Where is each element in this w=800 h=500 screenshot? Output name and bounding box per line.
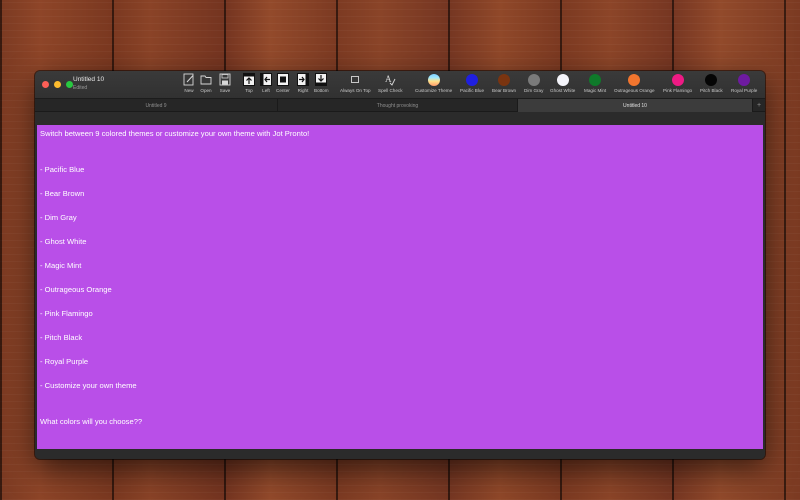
dim-gray-swatch-icon <box>527 74 540 86</box>
editor-line: - Magic Mint <box>40 261 82 270</box>
titlebar: Untitled 10 Edited New Open Save Top Lef… <box>35 71 765 98</box>
zoom-window-button[interactable] <box>66 81 73 88</box>
editor-line: Switch between 9 colored themes or custo… <box>40 129 310 138</box>
document-title: Untitled 10 Edited <box>73 76 104 91</box>
editor-line: - Pink Flamingo <box>40 309 93 318</box>
align-bottom-icon <box>315 73 328 86</box>
document-status: Edited <box>73 85 88 91</box>
customize-theme-button[interactable]: Customize Theme <box>415 73 452 93</box>
spell-check-icon: A <box>385 74 396 86</box>
editor-line: - Ghost White <box>40 237 87 246</box>
tab-bar: Untitled 9 Thought provoking Untitled 10… <box>35 98 765 112</box>
theme-outrageous-orange[interactable]: Outrageous Orange <box>614 73 655 93</box>
ghost-white-swatch-icon <box>556 74 569 86</box>
align-left-button[interactable]: Left <box>260 73 272 93</box>
window-icon <box>351 76 360 83</box>
align-right-icon <box>297 73 309 86</box>
editor-line: - Dim Gray <box>40 213 77 222</box>
new-document-icon <box>183 73 194 86</box>
outrageous-orange-swatch-icon <box>628 74 641 86</box>
magic-mint-swatch-icon <box>589 74 602 86</box>
editor-line: - Royal Purple <box>40 357 89 366</box>
editor-line: - Pitch Black <box>40 333 83 342</box>
align-center-icon <box>276 73 289 86</box>
editor-line: - Bear Brown <box>40 189 85 198</box>
tab-untitled-10[interactable]: Untitled 10 <box>518 99 753 112</box>
theme-pink-flamingo[interactable]: Pink Flamingo <box>663 73 692 93</box>
document-name: Untitled 10 <box>73 76 105 83</box>
align-top-button[interactable]: Top <box>243 73 255 93</box>
theme-magic-mint[interactable]: Magic Mint <box>584 73 606 93</box>
editor-line: - Pacific Blue <box>40 165 85 174</box>
theme-bear-brown[interactable]: Bear Brown <box>492 73 516 93</box>
text-editor[interactable]: Switch between 9 colored themes or custo… <box>37 125 763 449</box>
pitch-black-swatch-icon <box>705 74 718 86</box>
save-icon <box>219 73 231 86</box>
always-on-top-button[interactable]: Always On Top <box>340 73 371 93</box>
minimize-window-button[interactable] <box>54 81 61 88</box>
app-window: Untitled 10 Edited New Open Save Top Lef… <box>35 71 765 459</box>
open-button[interactable]: Open <box>200 73 212 93</box>
close-window-button[interactable] <box>42 81 49 88</box>
royal-purple-swatch-icon <box>738 74 751 86</box>
editor-line: - Customize your own theme <box>40 381 137 390</box>
pacific-blue-swatch-icon <box>466 74 478 86</box>
add-tab-button[interactable]: + <box>753 99 765 112</box>
align-bottom-button[interactable]: Bottom <box>314 73 329 93</box>
tab-untitled-9[interactable]: Untitled 9 <box>35 99 278 112</box>
theme-ghost-white[interactable]: Ghost White <box>550 73 575 93</box>
window-bottom-edge <box>35 451 765 459</box>
rainbow-swatch-icon <box>427 74 440 86</box>
pink-flamingo-swatch-icon <box>671 74 684 86</box>
editor-line: What colors will you choose?? <box>40 417 143 426</box>
save-button[interactable]: Save <box>219 73 231 93</box>
theme-pacific-blue[interactable]: Pacific Blue <box>460 73 484 93</box>
bear-brown-swatch-icon <box>498 74 510 86</box>
align-right-button[interactable]: Right <box>297 73 309 93</box>
theme-royal-purple[interactable]: Royal Purple <box>731 73 757 93</box>
editor-line: - Outrageous Orange <box>40 285 112 294</box>
window-controls <box>42 81 73 88</box>
folder-icon <box>200 75 212 85</box>
spell-check-button[interactable]: A Spell Check <box>378 73 403 93</box>
theme-pitch-black[interactable]: Pitch Black <box>700 73 723 93</box>
theme-dim-gray[interactable]: Dim Gray <box>524 73 543 93</box>
align-center-button[interactable]: Center <box>276 73 290 93</box>
align-top-icon <box>243 73 255 86</box>
new-button[interactable]: New <box>183 73 195 93</box>
align-left-icon <box>260 73 272 86</box>
tab-thought-provoking[interactable]: Thought provoking <box>278 99 518 112</box>
svg-text:A: A <box>385 74 392 84</box>
